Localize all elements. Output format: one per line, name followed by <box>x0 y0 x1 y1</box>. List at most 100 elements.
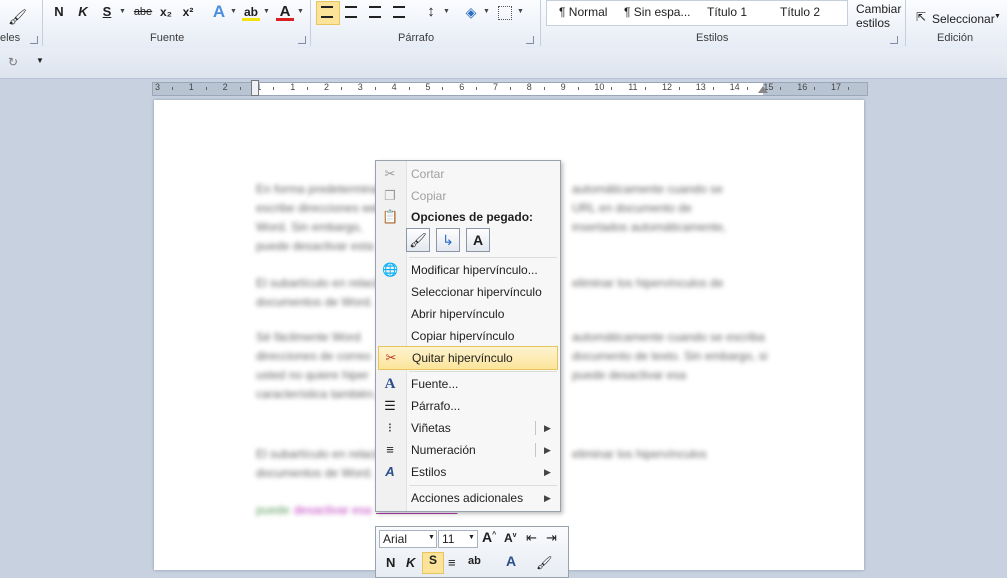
mini-italic-icon[interactable]: K <box>406 555 415 570</box>
shading-icon[interactable]: ◈ <box>462 3 480 21</box>
justify-icon[interactable] <box>393 6 405 18</box>
style-heading-1[interactable]: Título 1 <box>707 4 747 20</box>
bullets-icon: ⁝ <box>387 420 393 435</box>
select-dropdown-icon[interactable]: ▼ <box>994 13 1001 20</box>
align-right-icon[interactable] <box>369 6 381 18</box>
increase-indent-icon[interactable]: ⇥ <box>546 530 557 546</box>
mini-bold-icon[interactable]: N <box>386 555 395 570</box>
ruler-tick <box>848 87 849 90</box>
change-styles-label-2: estilos <box>856 16 891 30</box>
menu-item-label: Viñetas <box>411 421 451 435</box>
blurred-paragraph-line: Word. Sin embargo, <box>256 220 363 234</box>
style-no-spacing[interactable]: ¶ Sin espa... <box>624 4 690 20</box>
paragraph-launcher-icon[interactable] <box>526 36 534 44</box>
ruler-number: 10 <box>594 82 605 92</box>
mini-font-color-icon[interactable]: A <box>506 553 516 569</box>
ruler-tick <box>307 87 309 90</box>
ruler-number: 12 <box>662 82 673 92</box>
globe-link-icon: 🌐 <box>382 262 399 277</box>
text-effects-icon[interactable]: A <box>210 3 228 21</box>
menu-item-styles[interactable]: A Estilos ▶ <box>376 461 560 483</box>
menu-item-label: Quitar hipervínculo <box>412 351 513 365</box>
menu-item-copy-hyperlink[interactable]: Copiar hipervínculo <box>376 325 560 347</box>
menu-item-numbering[interactable]: ≡ Numeración ▶ <box>376 439 560 461</box>
menu-item-label: Numeración <box>411 443 476 457</box>
menu-item-remove-hyperlink[interactable]: ✂ Quitar hipervínculo <box>378 346 558 370</box>
font-color-icon[interactable]: A <box>276 3 294 21</box>
font-size-select[interactable]: 11 ▼ <box>438 530 478 548</box>
redo-icon[interactable]: ↻ <box>8 55 18 69</box>
superscript-button[interactable]: x² <box>180 3 196 21</box>
paste-merge-formatting-icon[interactable]: ↳ <box>436 228 460 252</box>
style-heading-2[interactable]: Título 2 <box>780 4 820 20</box>
menu-item-label: Modificar hipervínculo... <box>411 263 538 277</box>
align-center-icon[interactable] <box>345 6 357 18</box>
menu-separator <box>409 371 557 372</box>
chevron-down-icon: ▼ <box>428 534 435 541</box>
line-spacing-dropdown-icon[interactable]: ▼ <box>443 3 450 21</box>
menu-item-more-actions[interactable]: Acciones adicionales ▶ <box>376 487 560 509</box>
font-name-value: Arial <box>383 532 408 546</box>
menu-item-open-hyperlink[interactable]: Abrir hipervínculo <box>376 303 560 325</box>
styles-launcher-icon[interactable] <box>890 36 898 44</box>
paragraph-icon: ☰ <box>384 398 396 413</box>
italic-button[interactable]: K <box>76 3 90 21</box>
menu-item-select-hyperlink[interactable]: Seleccionar hipervínculo <box>376 281 560 303</box>
menu-item-modify-hyperlink[interactable]: 🌐 Modificar hipervínculo... <box>376 259 560 281</box>
ruler-tick <box>408 87 410 90</box>
menu-item-label: Estilos <box>411 465 447 479</box>
mini-center-icon[interactable]: ≡ <box>448 555 456 570</box>
font-name-select[interactable]: Arial ▼ <box>379 530 437 548</box>
bold-button[interactable]: N <box>52 3 66 21</box>
format-painter-icon[interactable]: 🖌 <box>8 8 27 26</box>
select-button[interactable]: Seleccionar <box>932 12 995 26</box>
ruler-tick <box>205 87 207 90</box>
underline-dropdown-icon[interactable]: ▼ <box>119 3 126 21</box>
menu-item-bullets[interactable]: ⁝ Viñetas ▶ <box>376 417 560 439</box>
underline-button[interactable]: S <box>100 3 114 21</box>
menu-item-label: Fuente... <box>411 377 459 391</box>
paste-keep-formatting-icon[interactable]: 🖌 <box>406 228 430 252</box>
indent-marker-icon[interactable] <box>251 80 259 96</box>
subscript-button[interactable]: x₂ <box>158 3 174 21</box>
blurred-paragraph-line: direcciones de correo <box>256 349 371 363</box>
menu-item-copy[interactable]: ❐ Copiar <box>376 185 560 207</box>
strikethrough-button[interactable]: abe <box>132 3 154 21</box>
remove-link-icon: ✂ <box>385 350 397 365</box>
grow-font-icon[interactable]: A^ <box>482 529 496 545</box>
change-styles-button[interactable]: Cambiar estilos <box>856 2 902 30</box>
customize-qat-icon[interactable]: ▼ <box>36 56 44 65</box>
borders-icon[interactable] <box>498 6 512 20</box>
mini-highlight-icon[interactable]: ab <box>468 555 481 567</box>
menu-item-paragraph[interactable]: ☰ Párrafo... <box>376 395 560 417</box>
mini-underline-icon[interactable]: S <box>422 552 444 574</box>
blurred-paragraph-line: automáticamente cuando se escriba <box>572 330 765 344</box>
blurred-paragraph-line: usted no quiere hiper <box>256 368 369 382</box>
paste-text-only-icon[interactable]: A <box>466 228 490 252</box>
shrink-font-icon[interactable]: Av <box>504 531 517 545</box>
blurred-paragraph-line: El subartículo en relación <box>256 447 391 461</box>
blurred-paragraph-line: documentos de Word. <box>256 466 374 480</box>
decrease-indent-icon[interactable]: ⇤ <box>526 530 537 546</box>
line-spacing-icon[interactable]: ↕ <box>422 3 440 21</box>
horizontal-ruler[interactable]: 31211234567891011121314151617 <box>152 80 868 96</box>
clipboard-launcher-icon[interactable] <box>30 36 38 44</box>
menu-item-font[interactable]: A Fuente... <box>376 373 560 395</box>
font-launcher-icon[interactable] <box>298 36 306 44</box>
text-effects-dropdown-icon[interactable]: ▼ <box>230 3 237 21</box>
mini-format-painter-icon[interactable]: 🖌 <box>536 555 553 571</box>
highlight-dropdown-icon[interactable]: ▼ <box>263 3 270 21</box>
blurred-paragraph-line: eliminar los hipervínculos <box>572 447 707 461</box>
highlight-icon[interactable]: ab <box>242 3 260 21</box>
style-normal[interactable]: ¶ Normal <box>559 4 607 20</box>
menu-item-cut[interactable]: ✂ Cortar <box>376 163 560 185</box>
borders-dropdown-icon[interactable]: ▼ <box>517 3 524 21</box>
shading-dropdown-icon[interactable]: ▼ <box>483 3 490 21</box>
menu-separator <box>409 257 557 258</box>
right-indent-marker-icon[interactable] <box>758 86 768 93</box>
blurred-paragraph-line: puede desactivar esa <box>572 368 687 382</box>
font-color-dropdown-icon[interactable]: ▼ <box>297 3 304 21</box>
ruler-number: 8 <box>526 82 532 92</box>
menu-item-label: Párrafo... <box>411 399 461 413</box>
ruler-number: 5 <box>425 82 431 92</box>
